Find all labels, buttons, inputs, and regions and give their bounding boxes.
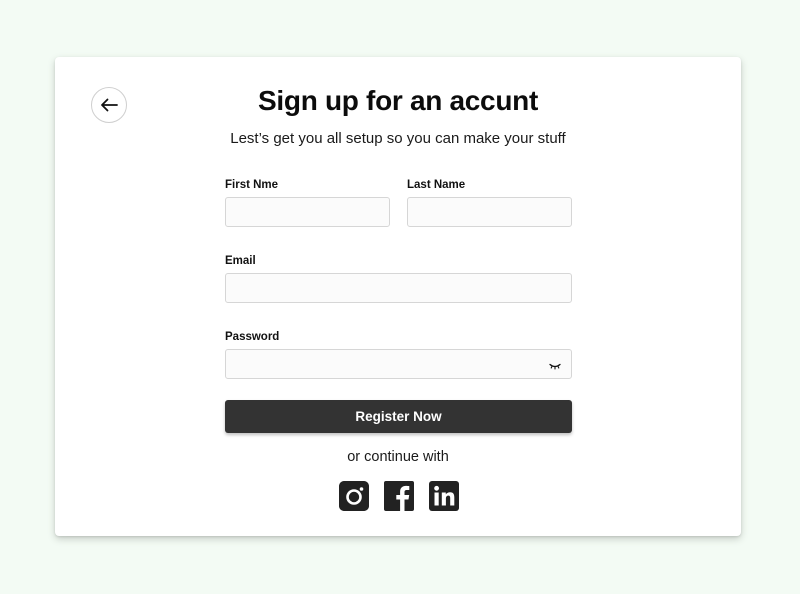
facebook-button[interactable] [384,481,414,511]
signup-card: Sign up for an accunt Lest’s get you all… [55,57,741,536]
first-name-label: First Nme [225,179,279,191]
page-title: Sign up for an accunt [258,85,538,116]
continue-with-text: or continue with [347,449,449,465]
page-subtitle: Lest’s get you all setup so you can make… [230,130,566,147]
instagram-button[interactable] [339,481,369,511]
password-input[interactable] [225,349,572,379]
last-name-label: Last Name [407,179,466,191]
instagram-icon [339,481,369,511]
eye-closed-icon[interactable] [549,362,561,370]
register-button[interactable]: Register Now [225,400,572,433]
linkedin-button[interactable] [429,481,459,511]
first-name-input[interactable] [225,197,390,227]
facebook-icon [384,481,414,511]
email-input[interactable] [225,273,572,303]
email-label: Email [225,255,256,267]
password-label: Password [225,331,280,343]
last-name-input[interactable] [407,197,572,227]
linkedin-icon [429,481,459,511]
